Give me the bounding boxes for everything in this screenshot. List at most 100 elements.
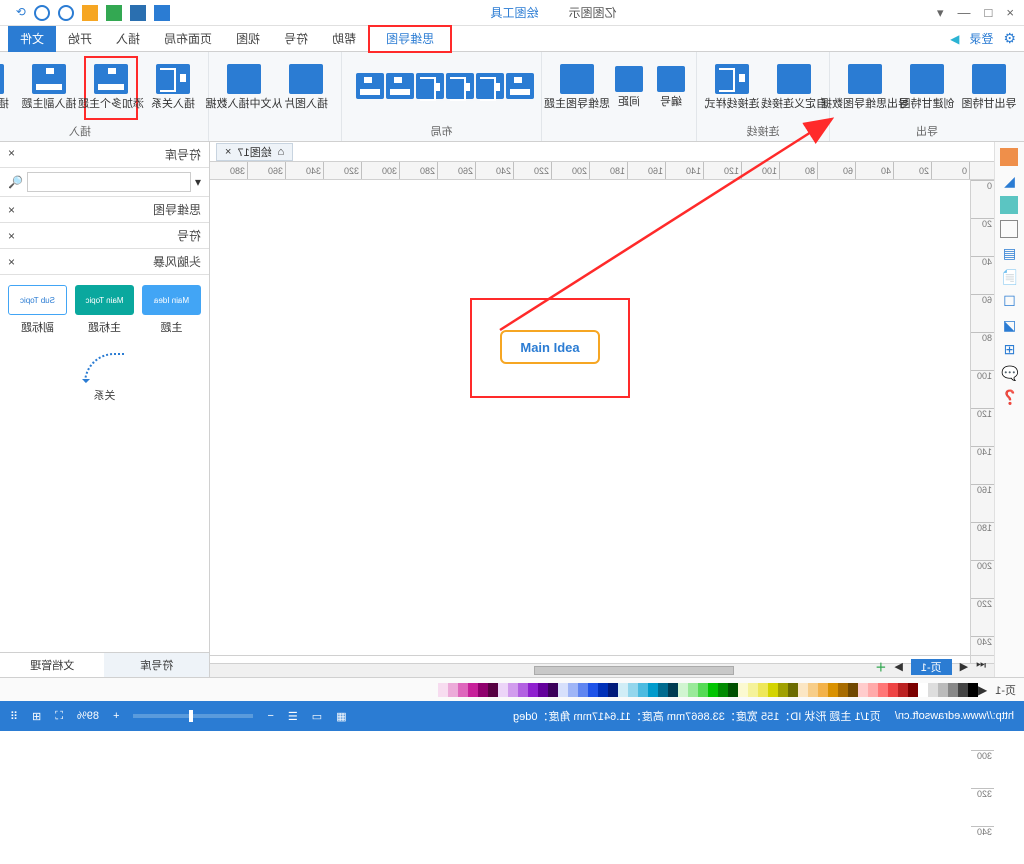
number-button[interactable]: 编号 <box>654 56 688 120</box>
insert-relation-button[interactable]: 插入关系 <box>146 56 200 120</box>
play-icon[interactable]: ▶ <box>950 32 959 46</box>
color-swatch[interactable] <box>478 683 488 697</box>
color-swatch[interactable] <box>888 683 898 697</box>
insert-image-button[interactable]: 插入图片 <box>279 56 333 120</box>
dock-item-6[interactable]: 📄 <box>1001 268 1019 286</box>
redo-icon[interactable] <box>34 5 50 21</box>
close-icon[interactable]: × <box>8 255 15 269</box>
palette-nav-left-icon[interactable]: ◀ <box>978 683 987 697</box>
dock-item-10[interactable]: 💬 <box>1001 364 1019 382</box>
zoom-out-icon[interactable]: − <box>267 710 273 722</box>
insert-from-text-button[interactable]: 从文中插入数据 <box>217 56 271 120</box>
color-swatch[interactable] <box>858 683 868 697</box>
color-swatch[interactable] <box>598 683 608 697</box>
export-data-button[interactable]: 导出思维导图数据 <box>838 56 892 120</box>
page-nav-prev-icon[interactable]: ◀ <box>960 660 968 673</box>
color-swatch[interactable] <box>488 683 498 697</box>
dock-item-2[interactable]: ◣ <box>1001 172 1019 190</box>
color-swatch[interactable] <box>828 683 838 697</box>
close-icon[interactable]: × <box>8 229 15 243</box>
color-swatch[interactable] <box>498 683 508 697</box>
spacing-button[interactable]: 间距 <box>612 56 646 120</box>
shape-card[interactable]: Main Topic主标题 <box>75 285 134 335</box>
side-section-2[interactable]: 符号× <box>0 223 209 249</box>
window-close-icon[interactable]: × <box>1006 5 1014 21</box>
color-swatch[interactable] <box>918 683 928 697</box>
undo-icon[interactable] <box>58 5 74 21</box>
save-icon[interactable] <box>154 5 170 21</box>
layout-button-5[interactable] <box>387 56 413 120</box>
tab-symbol[interactable]: 符号 <box>272 26 320 52</box>
zoom-in-icon[interactable]: + <box>113 710 119 722</box>
share-icon[interactable] <box>82 5 98 21</box>
color-swatch[interactable] <box>928 683 938 697</box>
color-swatch[interactable] <box>658 683 668 697</box>
tab-insert[interactable]: 插入 <box>104 26 152 52</box>
view-mode-icon-1[interactable]: ▦ <box>336 710 346 723</box>
color-swatch[interactable] <box>708 683 718 697</box>
color-swatch[interactable] <box>798 683 808 697</box>
color-swatch[interactable] <box>458 683 468 697</box>
color-swatch[interactable] <box>698 683 708 697</box>
gear-icon[interactable]: ⚙ <box>1003 30 1016 47</box>
shape-card[interactable]: Main Idea主题 <box>142 285 201 335</box>
dock-item-7[interactable]: ☐ <box>1001 292 1019 310</box>
view-mode-icon-2[interactable]: ▭ <box>312 710 322 723</box>
color-swatch[interactable] <box>608 683 618 697</box>
print-icon[interactable] <box>130 5 146 21</box>
color-swatch[interactable] <box>878 683 888 697</box>
color-swatch[interactable] <box>468 683 478 697</box>
color-swatch[interactable] <box>558 683 568 697</box>
search-clear-icon[interactable]: ▾ <box>195 175 201 189</box>
side-footer-tab-2[interactable]: 文档管理 <box>0 653 105 677</box>
side-section-1[interactable]: 思维导图× <box>0 197 209 223</box>
color-swatch[interactable] <box>948 683 958 697</box>
color-swatch[interactable] <box>908 683 918 697</box>
side-panel-close-icon[interactable]: × <box>8 146 15 163</box>
color-swatch[interactable] <box>528 683 538 697</box>
refresh-icon[interactable]: ⟳ <box>10 5 26 21</box>
color-swatch[interactable] <box>588 683 598 697</box>
color-swatch[interactable] <box>958 683 968 697</box>
canvas-page[interactable]: Main Idea <box>210 180 970 663</box>
page-nav-next-icon[interactable]: ▶ <box>894 660 902 673</box>
dock-item-1[interactable] <box>1001 148 1019 166</box>
color-swatch[interactable] <box>728 683 738 697</box>
color-swatch[interactable] <box>448 683 458 697</box>
grid-icon[interactable]: ⊞ <box>32 710 41 723</box>
view-mode-icon-3[interactable]: ☰ <box>288 710 298 723</box>
dock-item-5[interactable]: ▤ <box>1001 244 1019 262</box>
tab-mindmap[interactable]: 思维导图 <box>368 25 452 53</box>
color-swatch[interactable] <box>438 683 448 697</box>
tab-view[interactable]: 视图 <box>224 26 272 52</box>
color-swatch[interactable] <box>508 683 518 697</box>
color-swatch[interactable] <box>548 683 558 697</box>
side-section-3[interactable]: 头脑风暴× <box>0 249 209 275</box>
color-swatch[interactable] <box>848 683 858 697</box>
window-max-icon[interactable]: □ <box>985 5 993 21</box>
color-swatch[interactable] <box>638 683 648 697</box>
dock-item-9[interactable]: ⊞ <box>1001 340 1019 358</box>
canvas-sheet[interactable]: Main Idea <box>210 180 970 663</box>
color-swatch[interactable] <box>838 683 848 697</box>
fullscreen-icon[interactable]: ⛶ <box>55 710 63 723</box>
color-swatch[interactable] <box>718 683 728 697</box>
color-swatch[interactable] <box>678 683 688 697</box>
window-dropdown-icon[interactable]: ▾ <box>937 5 944 21</box>
cloud-icon[interactable] <box>106 5 122 21</box>
color-swatch[interactable] <box>818 683 828 697</box>
color-swatch[interactable] <box>648 683 658 697</box>
tab-start[interactable]: 开始 <box>56 26 104 52</box>
color-swatch[interactable] <box>968 683 978 697</box>
dock-item-8[interactable]: ◪ <box>1001 316 1019 334</box>
tab-pagelayout[interactable]: 页面布局 <box>152 26 224 52</box>
tab-file[interactable]: 文件 <box>8 26 56 52</box>
color-swatch[interactable] <box>668 683 678 697</box>
color-swatch[interactable] <box>788 683 798 697</box>
canvas-doc-tab[interactable]: ⌂ 绘图17 × <box>216 143 293 161</box>
color-swatch[interactable] <box>568 683 578 697</box>
color-swatch[interactable] <box>538 683 548 697</box>
tab-help[interactable]: 帮助 <box>320 26 368 52</box>
color-swatch[interactable] <box>618 683 628 697</box>
mindmap-theme-button[interactable]: 思维导图主题 <box>550 56 604 120</box>
